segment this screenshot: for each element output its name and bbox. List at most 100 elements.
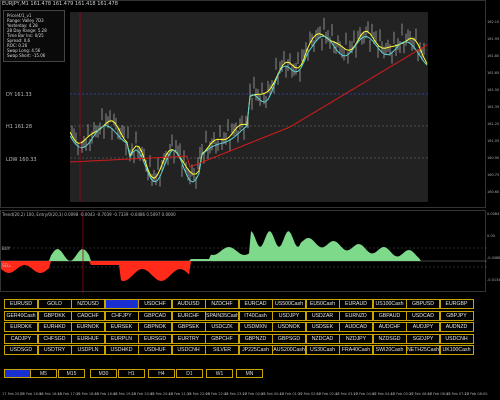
symbol-button-usdcad[interactable]: USDCAD [406,310,440,321]
timeframe-mn[interactable]: MN [236,369,263,378]
symbol-button-usdpln[interactable]: USDPLN [71,345,105,355]
symbol-button-ger40cash[interactable]: GER40Cash [4,310,38,321]
symbol-button-eurhkd[interactable]: EURHKD [37,322,72,332]
symbol-button-usdtry[interactable]: USDTRY [37,345,72,355]
symbol-button-eu50cash[interactable]: EU50Cash [305,299,340,309]
oscillator-svg [1,211,487,293]
symbol-button-usdchf[interactable]: USDCHF [138,299,172,309]
symbol-button-usdhuf[interactable]: USDHUF [138,345,172,355]
symbol-button-nzdchf[interactable]: NZDCHF [205,299,239,309]
symbol-button-sgdjpy[interactable]: SGDJPY [406,333,440,344]
symbol-button-chfsgd[interactable]: CHFSGD [37,333,72,344]
price-tick-label: 161.35 [487,105,500,109]
symbol-button-eurcad[interactable]: EURCAD [238,299,273,309]
symbol-button-cadjpy[interactable]: CADJPY [4,333,38,344]
symbol-button-nzdjpy[interactable]: NZDJPY [339,333,373,344]
symbol-button-eurdkk[interactable]: EURDKK [4,322,38,332]
price-tick-label: 162.10 [487,20,500,24]
symbol-button-chfjpy[interactable]: CHFJPY [104,310,139,321]
osc-positive-area [1,231,431,261]
timeframe-h4[interactable]: H4 [148,369,175,378]
symbol-button-fra40cash[interactable]: FRA40Cash [339,345,373,355]
symbol-button-audcad[interactable]: AUDCAD [339,322,373,332]
symbol-button-aus200cash[interactable]: AUS200Cash [272,345,306,355]
symbol-button-us30cash[interactable]: US30Cash [305,345,340,355]
symbol-button-gbpchf[interactable]: GBPCHF [205,333,239,344]
symbol-button-us100cash[interactable]: US100Cash [372,299,407,309]
symbol-button-silver[interactable]: SILVER [205,345,239,355]
oscillator-pane[interactable] [0,210,487,293]
symbol-button-it40cash[interactable]: IT40Cash [238,310,273,321]
symbol-button-eurtry[interactable]: EURTRY [171,333,206,344]
mid-ma-line [69,35,428,183]
symbol-button-usdcnh[interactable]: USDCNH [439,333,474,344]
symbol-button-gbpsek[interactable]: GBPSEK [171,322,206,332]
chart-title: EURJPY,M1 161.478 161.479 161.418 161.47… [2,1,118,7]
symbol-button-gbpusd[interactable]: GBPUSD [406,299,440,309]
symbol-button-us500cash[interactable]: US500Cash [272,299,306,309]
symbol-button-usdsgd[interactable]: USDSGD [4,345,38,355]
symbol-button-euraud[interactable]: EURAUD [339,299,373,309]
symbol-button-usdczk[interactable]: USDCZK [205,322,239,332]
symbol-button-usdjpy[interactable]: USDJPY [104,299,139,309]
symbol-button-audjpy[interactable]: AUDJPY [406,322,440,332]
symbol-button-usdcnh[interactable]: USDCNH [171,345,206,355]
timeframe-m30[interactable]: M30 [90,369,117,378]
oscillator-title: Trend(20,2) 100, Entry/0(20,3) 0.0098 -0… [2,212,176,217]
symbol-button-eurpln[interactable]: EURPLN [104,333,139,344]
chart-plot-area[interactable] [69,12,428,202]
symbol-button-nzdsgd[interactable]: NZDSGD [372,333,407,344]
symbol-button-jp225cash[interactable]: JP225Cash [238,345,273,355]
symbol-button-eurgbp[interactable]: EURGBP [439,299,474,309]
timeframe-h1[interactable]: H1 [118,369,145,378]
symbol-button-neth25cash[interactable]: NETH25Cash [406,345,440,355]
osc-tick-label: 0.00847 [487,212,500,216]
symbol-button-usdnok[interactable]: USDNOK [272,322,306,332]
symbol-button-eursek[interactable]: EURSEK [104,322,139,332]
symbol-button-usdmxn[interactable]: USDMXN [238,322,273,332]
symbol-button-gbpjpy[interactable]: GBPJPY [439,310,474,321]
timeframe-m5[interactable]: M5 [30,369,57,378]
symbol-button-eursgd[interactable]: EURSGD [138,333,172,344]
time-axis: 17 Feb 2019 15 Feb 16:00 15 Feb 16:40 15 Fe… [0,392,487,400]
timeframe-m1[interactable]: M1 [4,369,31,378]
symbol-button-nzdusd[interactable]: NZDUSD [71,299,105,309]
timeframe-w1[interactable]: W1 [206,369,233,378]
timeframe-m15[interactable]: M15 [58,369,85,378]
price-tick-label: 160.60 [487,190,500,194]
symbol-button-usdhkd[interactable]: USDHKD [104,345,139,355]
timeframe-d1[interactable]: D1 [176,369,203,378]
symbol-button-audnzd[interactable]: AUDNZD [439,322,474,332]
symbol-button-gbpnok[interactable]: GBPNOK [138,322,172,332]
symbol-button-gbpsgd[interactable]: GBPSGD [272,333,306,344]
symbol-button-audusd[interactable]: AUDUSD [171,299,206,309]
symbol-button-cadchf[interactable]: CADCHF [71,310,105,321]
symbol-button-nzdcad[interactable]: NZDCAD [305,333,340,344]
symbol-button-eurnzd[interactable]: EURNZD [339,310,373,321]
slow-ma-line [69,44,428,168]
price-tick-label: 161.80 [487,54,500,58]
symbol-button-spain35cash[interactable]: SPAIN35Cash [205,310,239,321]
symbol-button-uk100cash[interactable]: UK100Cash [439,345,474,355]
price-tick-label: 160.90 [487,156,500,160]
price-tick-label: 161.05 [487,139,500,143]
symbol-button-gbpnzd[interactable]: GBPNZD [238,333,273,344]
osc-tick-label: -0.01347 [487,278,500,282]
symbol-button-usdjpy[interactable]: USDJPY [272,310,306,321]
symbol-button-gbpcad[interactable]: GBPCAD [138,310,172,321]
symbol-button-eurnok[interactable]: EURNOK [71,322,105,332]
price-tick-label: 161.65 [487,71,500,75]
symbol-button-eurchf[interactable]: EURCHF [171,310,206,321]
price-tick-label: 161.50 [487,88,500,92]
symbol-button-usdsek[interactable]: USDSEK [305,322,340,332]
symbol-button-audchf[interactable]: AUDCHF [372,322,407,332]
symbol-button-gold[interactable]: GOLD [37,299,72,309]
symbol-button-swi20cash[interactable]: SWI20Cash [372,345,407,355]
symbol-button-eurusd[interactable]: EURUSD [4,299,38,309]
symbol-button-gbpdkk[interactable]: GBPDKK [37,310,72,321]
symbol-button-eurhuf[interactable]: EURHUF [71,333,105,344]
hourly-level-label: H1 161.28 [6,124,33,130]
price-chart-svg [69,12,428,202]
symbol-button-gbpaud[interactable]: GBPAUD [372,310,407,321]
symbol-button-usdzar[interactable]: USDZAR [305,310,340,321]
